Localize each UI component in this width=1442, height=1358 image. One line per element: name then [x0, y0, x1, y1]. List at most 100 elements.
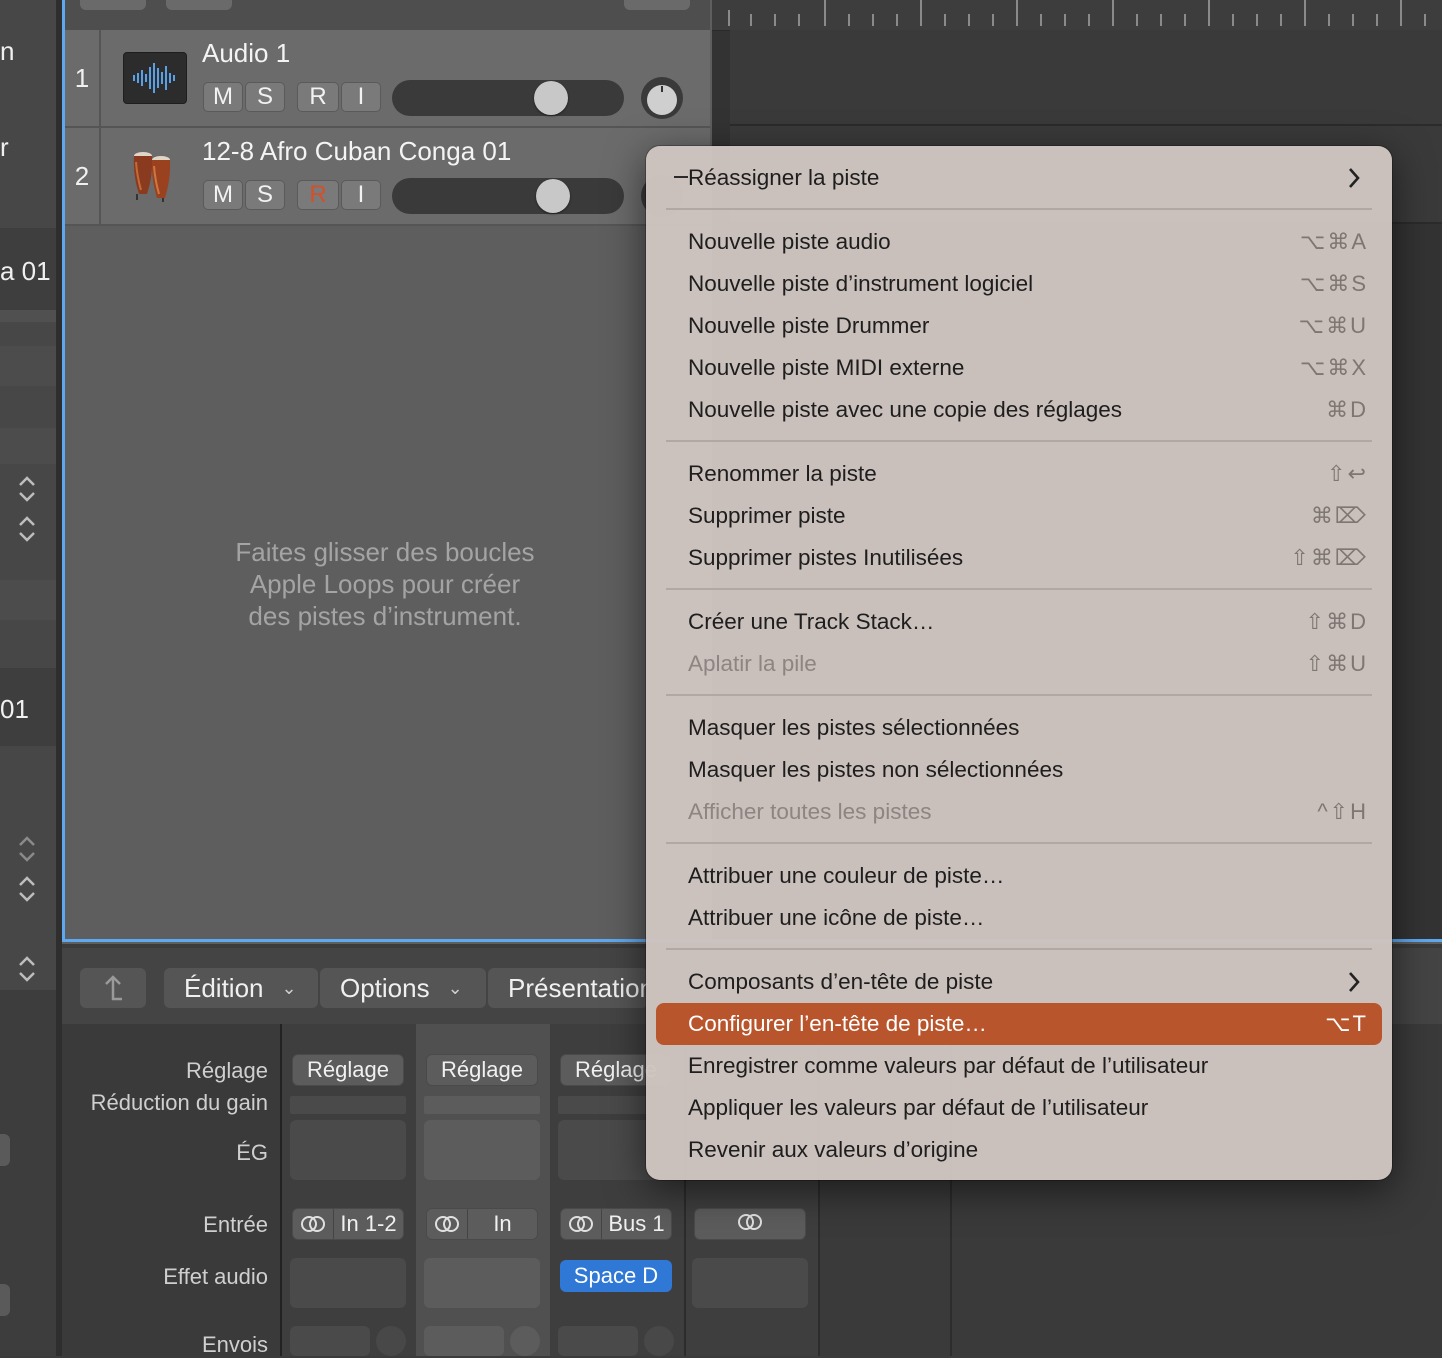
menu-item-label: Créer une Track Stack…: [688, 609, 935, 634]
menu-item-shortcut: ⌥⌘U: [1298, 313, 1368, 338]
add-track-button[interactable]: [80, 0, 146, 10]
menu-item-rename-track[interactable]: Renommer la piste ⇧↩: [656, 453, 1382, 495]
setting-button[interactable]: Réglage: [292, 1054, 404, 1086]
menu-item-label: Masquer les pistes non sélectionnées: [688, 757, 1064, 782]
menu-item-shortcut: ⇧⌘U: [1305, 651, 1368, 676]
send-slot[interactable]: [290, 1326, 370, 1356]
menu-item-save-as-user-default[interactable]: Enregistrer comme valeurs par défaut de …: [656, 1045, 1382, 1087]
menu-item-label: Revenir aux valeurs d’origine: [688, 1137, 979, 1162]
menu-item-label: Appliquer les valeurs par défaut de l’ut…: [688, 1095, 1149, 1120]
menu-item-label: Nouvelle piste MIDI externe: [688, 355, 965, 380]
track-lane[interactable]: [730, 30, 1442, 126]
hint-line: des pistes d’instrument.: [248, 601, 522, 631]
input-monitoring-button[interactable]: I: [341, 180, 381, 210]
menu-item-assign-track-color[interactable]: Attribuer une couleur de piste…: [656, 855, 1382, 897]
input-monitoring-button[interactable]: I: [341, 82, 381, 112]
menu-item-label: Enregistrer comme valeurs par défaut de …: [688, 1053, 1209, 1078]
fader-knob[interactable]: [536, 179, 570, 213]
chevron-right-icon: [1349, 972, 1360, 992]
audio-waveform-icon[interactable]: [123, 52, 187, 104]
menu-item-label: Supprimer piste: [688, 503, 846, 528]
send-slot[interactable]: [424, 1326, 504, 1356]
conga-drum-icon[interactable]: [123, 150, 185, 202]
empty-tracks-hint: Faites glisser des boucles Apple Loops p…: [200, 536, 570, 632]
input-slot[interactable]: In: [426, 1208, 538, 1240]
inspector-control[interactable]: [0, 1134, 10, 1166]
mute-button[interactable]: M: [203, 180, 243, 210]
input-label: In: [493, 1211, 512, 1236]
volume-fader[interactable]: [392, 80, 624, 116]
menu-item-label: Réassigner la piste: [688, 165, 880, 190]
menu-item-shortcut: ⇧↩: [1327, 461, 1368, 486]
track-header-filter-button[interactable]: [624, 0, 690, 10]
stepper-icon[interactable]: [16, 474, 38, 504]
send-level-knob[interactable]: [644, 1326, 674, 1356]
record-enable-button[interactable]: R: [297, 180, 339, 210]
solo-button[interactable]: S: [245, 82, 285, 112]
menu-item-delete-unused-tracks[interactable]: Supprimer pistes Inutilisées ⇧⌘⌦: [656, 537, 1382, 579]
menu-item-label: Renommer la piste: [688, 461, 877, 486]
menu-item-delete-track[interactable]: Supprimer piste ⌘⌦: [656, 495, 1382, 537]
menu-item-create-track-stack[interactable]: Créer une Track Stack… ⇧⌘D: [656, 601, 1382, 643]
menu-item-label: Aplatir la pile: [688, 651, 817, 676]
menu-item-configure-track-header[interactable]: Configurer l’en-tête de piste… ⌥T: [656, 1003, 1382, 1045]
menu-item-new-external-midi-track[interactable]: Nouvelle piste MIDI externe ⌥⌘X: [656, 347, 1382, 389]
menu-item-apply-user-default[interactable]: Appliquer les valeurs par défaut de l’ut…: [656, 1087, 1382, 1129]
menu-item-new-audio-track[interactable]: Nouvelle piste audio ⌥⌘A: [656, 221, 1382, 263]
audio-fx-slot[interactable]: [692, 1258, 808, 1308]
stepper-icon[interactable]: [16, 514, 38, 544]
eq-thumbnail[interactable]: [424, 1120, 540, 1180]
up-arrow-icon[interactable]: [80, 968, 146, 1008]
menu-item-track-header-components[interactable]: Composants d’en-tête de piste: [656, 961, 1382, 1003]
stepper-icon[interactable]: [16, 954, 38, 984]
send-slot[interactable]: [558, 1326, 638, 1356]
stereo-link-icon: [561, 1209, 602, 1239]
edit-menu[interactable]: Édition ⌄: [164, 968, 318, 1008]
volume-fader[interactable]: [392, 178, 624, 214]
menu-item-assign-track-icon[interactable]: Attribuer une icône de piste…: [656, 897, 1382, 939]
fader-knob[interactable]: [534, 81, 568, 115]
menu-label: Présentation: [508, 972, 648, 1003]
track-header-row[interactable]: 1 Audio 1 M S R I: [65, 30, 710, 128]
menu-label: Édition: [184, 972, 264, 1003]
send-level-knob[interactable]: [510, 1326, 540, 1356]
send-level-knob[interactable]: [376, 1326, 406, 1356]
stepper-icon[interactable]: [16, 834, 38, 864]
menu-label: Options: [340, 972, 430, 1003]
menu-item-label: Nouvelle piste avec une copie des réglag…: [688, 397, 1123, 422]
input-label: Bus 1: [608, 1211, 665, 1236]
record-enable-button[interactable]: R: [297, 82, 339, 112]
pan-knob[interactable]: [637, 76, 687, 120]
menu-item-new-drummer-track[interactable]: Nouvelle piste Drummer ⌥⌘U: [656, 305, 1382, 347]
menu-item-shortcut: ⌥T: [1325, 1011, 1368, 1036]
input-slot[interactable]: Bus 1: [560, 1208, 672, 1240]
audio-fx-slot[interactable]: [424, 1258, 540, 1308]
menu-item-revert-to-factory-default[interactable]: Revenir aux valeurs d’origine: [656, 1129, 1382, 1171]
input-slot[interactable]: [694, 1208, 806, 1240]
inspector-control[interactable]: [0, 1284, 10, 1316]
inspector-label-fragment: r: [0, 132, 9, 162]
setting-button[interactable]: Réglage: [426, 1054, 538, 1086]
audio-fx-slot[interactable]: [290, 1258, 406, 1308]
input-slot[interactable]: In 1-2: [292, 1208, 404, 1240]
menu-item-new-track-with-duplicate-setting[interactable]: Nouvelle piste avec une copie des réglag…: [656, 389, 1382, 431]
track-name[interactable]: 12-8 Afro Cuban Conga 01: [202, 136, 511, 167]
bar-ruler[interactable]: [712, 0, 1442, 31]
menu-item-new-software-instrument-track[interactable]: Nouvelle piste d’instrument logiciel ⌥⌘S: [656, 263, 1382, 305]
track-header-row[interactable]: 2 12-8 Afro Cuban Conga 01 M S R I: [65, 128, 710, 226]
menu-item-reassign-track[interactable]: Réassigner la piste: [656, 157, 1382, 199]
audio-fx-plugin[interactable]: Space D: [560, 1260, 672, 1292]
track-name[interactable]: Audio 1: [202, 38, 290, 69]
inspector-label-fragment: n: [0, 36, 15, 66]
mute-button[interactable]: M: [203, 82, 243, 112]
duplicate-track-button[interactable]: [166, 0, 232, 10]
view-menu[interactable]: Présentation: [488, 968, 648, 1008]
stepper-icon[interactable]: [16, 874, 38, 904]
eq-thumbnail[interactable]: [290, 1120, 406, 1180]
inspector-track-name: a 01: [0, 256, 51, 286]
solo-button[interactable]: S: [245, 180, 285, 210]
menu-item-hide-selected-tracks[interactable]: Masquer les pistes sélectionnées: [656, 707, 1382, 749]
row-label-audio-fx: Effet audio: [163, 1264, 268, 1289]
menu-item-hide-unselected-tracks[interactable]: Masquer les pistes non sélectionnées: [656, 749, 1382, 791]
options-menu[interactable]: Options ⌄: [320, 968, 486, 1008]
